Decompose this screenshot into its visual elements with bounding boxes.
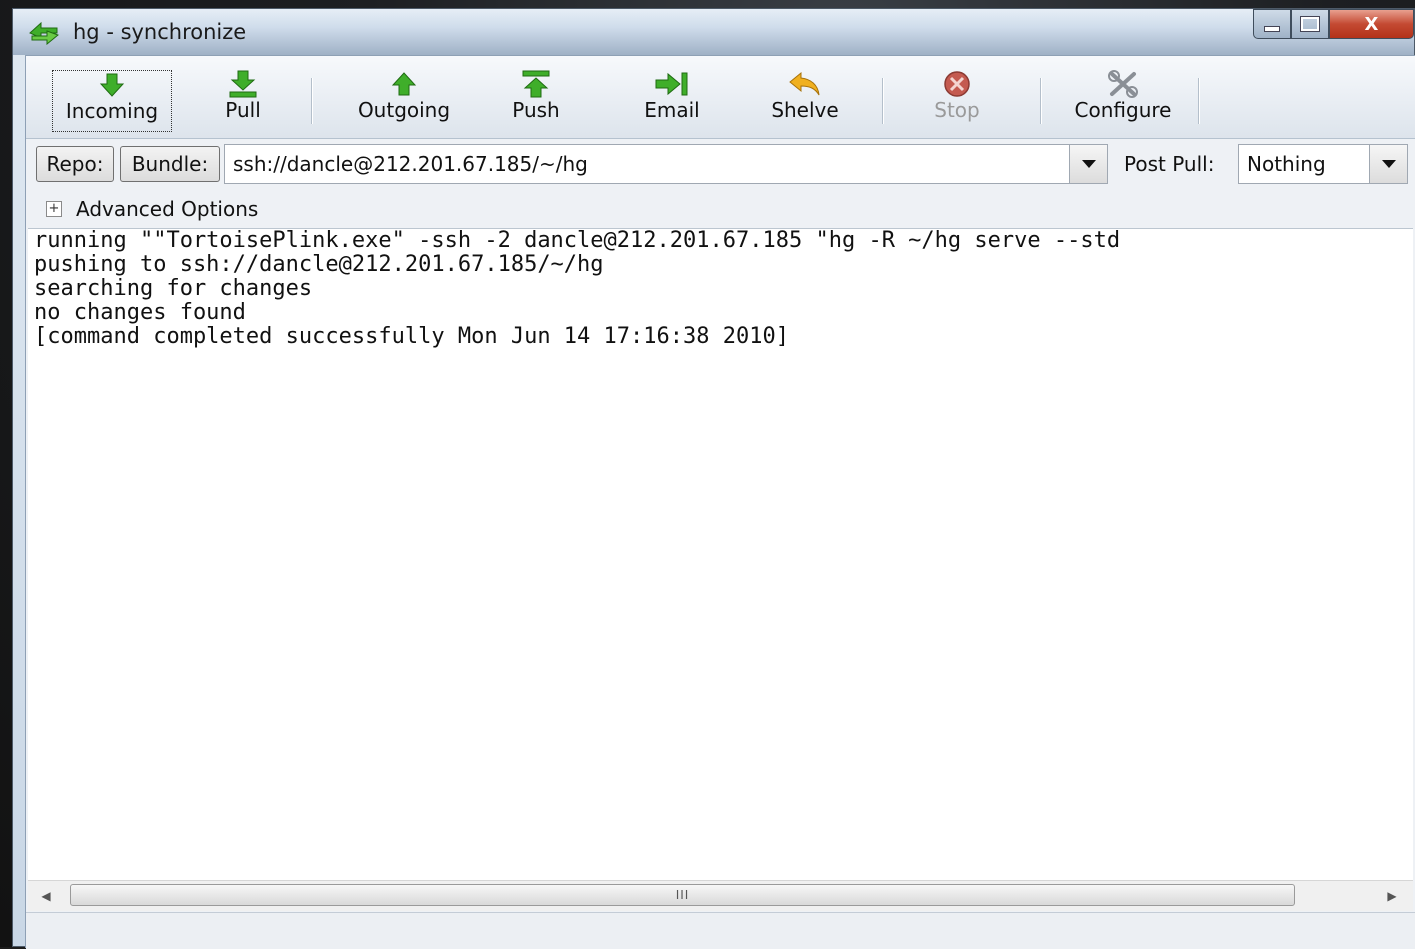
- maximize-icon: [1300, 16, 1320, 32]
- configure-label: Configure: [1074, 98, 1172, 122]
- close-icon: X: [1364, 13, 1379, 35]
- status-bar: [26, 912, 1415, 949]
- stop-icon: [944, 71, 970, 97]
- scroll-left-icon[interactable]: ◀: [36, 887, 56, 905]
- shelve-button[interactable]: Shelve: [760, 70, 850, 132]
- outgoing-label: Outgoing: [357, 98, 451, 122]
- toolbar-separator: [882, 78, 884, 124]
- title-bar[interactable]: hg - synchronize X: [13, 9, 1414, 55]
- push-button[interactable]: Push: [496, 70, 576, 132]
- arrow-up-icon: [391, 72, 417, 96]
- window-controls: X: [1253, 9, 1414, 39]
- shelve-label: Shelve: [771, 98, 839, 122]
- post-pull-value: Nothing: [1247, 152, 1326, 176]
- stop-label: Stop: [934, 98, 980, 122]
- toolbar-separator: [1040, 78, 1042, 124]
- maximize-button[interactable]: [1291, 9, 1329, 39]
- incoming-label: Incoming: [65, 99, 159, 123]
- pull-icon: [229, 70, 257, 98]
- expand-icon[interactable]: +: [46, 201, 62, 217]
- arrow-down-icon: [99, 73, 125, 97]
- toolbar: Incoming Pull Outgoing Push Email Shelve…: [26, 56, 1415, 139]
- push-icon: [522, 70, 550, 98]
- incoming-button[interactable]: Incoming: [52, 70, 172, 132]
- advanced-options-label: Advanced Options: [76, 197, 259, 221]
- advanced-options-toggle[interactable]: + Advanced Options: [46, 194, 258, 224]
- post-pull-label: Post Pull:: [1124, 152, 1215, 176]
- stop-button[interactable]: Stop: [922, 70, 992, 132]
- email-button[interactable]: Email: [632, 70, 712, 132]
- scroll-right-icon[interactable]: ▶: [1382, 887, 1402, 905]
- synchronize-window: hg - synchronize X Incoming Pull Outgoin…: [12, 8, 1415, 949]
- repository-url-value: ssh://dancle@212.201.67.185/~/hg: [233, 152, 588, 176]
- repo-button[interactable]: Repo:: [36, 146, 114, 182]
- chevron-down-icon: [1081, 160, 1096, 168]
- pull-label: Pull: [225, 98, 261, 122]
- email-icon: [655, 72, 688, 96]
- output-console[interactable]: running ""TortoisePlink.exe" -ssh -2 dan…: [28, 228, 1413, 881]
- configure-button[interactable]: Configure: [1060, 70, 1186, 132]
- console-line: running ""TortoisePlink.exe" -ssh -2 dan…: [34, 228, 1121, 253]
- close-button[interactable]: X: [1329, 9, 1414, 39]
- outgoing-button[interactable]: Outgoing: [344, 70, 464, 132]
- toolbar-separator: [1198, 78, 1200, 124]
- push-label: Push: [512, 98, 560, 122]
- client-area: Incoming Pull Outgoing Push Email Shelve…: [25, 55, 1415, 949]
- post-pull-dropdown[interactable]: [1369, 145, 1407, 183]
- minimize-icon: [1264, 26, 1280, 32]
- console-line: searching for changes: [34, 276, 313, 301]
- repository-url-combo[interactable]: ssh://dancle@212.201.67.185/~/hg: [224, 144, 1108, 184]
- repository-row: Repo: Bundle: ssh://dancle@212.201.67.18…: [26, 144, 1415, 188]
- grip-icon: III: [675, 888, 690, 902]
- console-line: [command completed successfully Mon Jun …: [34, 324, 789, 349]
- pull-button[interactable]: Pull: [208, 70, 278, 132]
- email-label: Email: [644, 98, 700, 122]
- chevron-down-icon: [1381, 160, 1396, 168]
- minimize-button[interactable]: [1253, 9, 1291, 39]
- scrollbar-thumb[interactable]: III: [70, 884, 1295, 906]
- bundle-button[interactable]: Bundle:: [120, 146, 220, 182]
- console-line: pushing to ssh://dancle@212.201.67.185/~…: [34, 252, 604, 277]
- post-pull-combo[interactable]: Nothing: [1238, 144, 1408, 184]
- toolbar-separator: [311, 78, 313, 124]
- horizontal-scrollbar[interactable]: ◀ III ▶: [28, 880, 1413, 911]
- synchronize-icon: [29, 21, 59, 45]
- repository-url-dropdown[interactable]: [1069, 145, 1107, 183]
- configure-icon: [1108, 70, 1138, 98]
- window-title: hg - synchronize: [73, 20, 247, 44]
- shelve-icon: [789, 71, 820, 96]
- console-line: no changes found: [34, 300, 246, 325]
